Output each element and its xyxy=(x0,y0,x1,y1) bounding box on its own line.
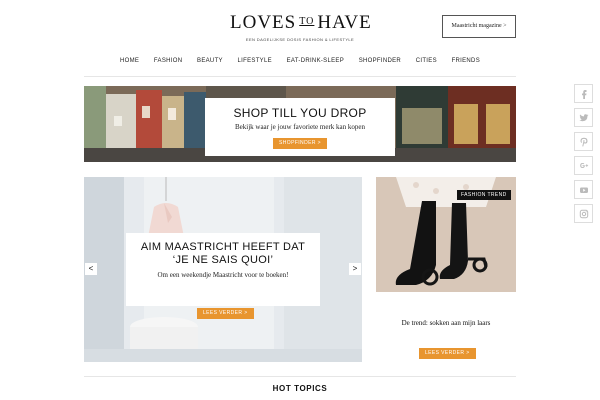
banner-title: SHOP TILL YOU DROP xyxy=(233,106,367,120)
hot-topics-divider xyxy=(84,376,516,377)
logo-wordmark: LOVES TO HAVE xyxy=(230,12,372,34)
logo-word-loves: LOVES xyxy=(230,12,297,33)
twitter-button[interactable] xyxy=(574,108,593,127)
maastricht-magazine-button[interactable]: Maastricht magazine > xyxy=(442,15,516,38)
google-plus-icon xyxy=(579,162,588,168)
trend-read-more-button[interactable]: LEES VERDER > xyxy=(419,348,476,359)
banner-subtitle: Bekijk waar je jouw favoriete merk kan k… xyxy=(234,123,366,131)
nav-item-lifestyle[interactable]: LIFESTYLE xyxy=(238,58,272,64)
slider-next-button[interactable]: > xyxy=(349,263,361,275)
nav-item-home[interactable]: HOME xyxy=(120,58,139,64)
nav-item-shopfinder[interactable]: SHOPFINDER xyxy=(359,58,401,64)
nav-item-eat-drink-sleep[interactable]: EAT-DRINK-SLEEP xyxy=(287,58,344,64)
instagram-icon xyxy=(579,209,588,218)
nav-item-fashion[interactable]: FASHION xyxy=(154,58,182,64)
slide-read-more-wrap: LEES VERDER > xyxy=(197,301,254,319)
youtube-icon xyxy=(579,187,588,193)
youtube-button[interactable] xyxy=(574,180,593,199)
fashion-trend-badge: FASHION TREND xyxy=(457,190,511,200)
nav-item-cities[interactable]: CITIES xyxy=(416,58,437,64)
facebook-button[interactable] xyxy=(574,84,593,103)
slider-prev-button[interactable]: < xyxy=(85,263,97,275)
google-plus-button[interactable] xyxy=(574,156,593,175)
site-logo[interactable]: LOVES TO HAVE EEN DAGELIJKSE DOSIS FASHION… xyxy=(230,12,372,42)
main-nav: HOME FASHION BEAUTY LIFESTYLE EAT-DRINK-… xyxy=(120,58,480,64)
instagram-button[interactable] xyxy=(574,204,593,223)
trend-read-more-wrap: LEES VERDER > xyxy=(419,341,476,359)
twitter-icon xyxy=(578,113,588,121)
slide-title: AIM MAASTRICHT HEEFT DAT ‘JE NE SAIS QUO… xyxy=(140,241,306,266)
facebook-icon xyxy=(581,89,586,99)
nav-item-friends[interactable]: FRIENDS xyxy=(452,58,480,64)
slide-caption-box: AIM MAASTRICHT HEEFT DAT ‘JE NE SAIS QUO… xyxy=(126,233,320,306)
social-sidebar xyxy=(574,84,593,228)
slide-subtitle: Om een weekendje Maastricht voor te boek… xyxy=(157,271,289,279)
nav-divider xyxy=(84,76,516,77)
hot-topics-heading: HOT TOPICS xyxy=(272,384,328,393)
trend-title[interactable]: De trend: sokken aan mijn laars xyxy=(380,318,512,328)
nav-item-beauty[interactable]: BEAUTY xyxy=(197,58,223,64)
logo-tagline: EEN DAGELIJKSE DOSIS FASHION & LIFESTYLE xyxy=(245,37,355,42)
logo-word-to: TO xyxy=(299,16,315,27)
logo-word-have: HAVE xyxy=(317,12,372,33)
slide-read-more-button[interactable]: LEES VERDER > xyxy=(197,308,254,319)
banner-caption-box: SHOP TILL YOU DROP Bekijk waar je jouw f… xyxy=(205,98,395,156)
pinterest-icon xyxy=(580,137,587,146)
pinterest-button[interactable] xyxy=(574,132,593,151)
shopfinder-button[interactable]: SHOPFINDER > xyxy=(273,138,327,149)
